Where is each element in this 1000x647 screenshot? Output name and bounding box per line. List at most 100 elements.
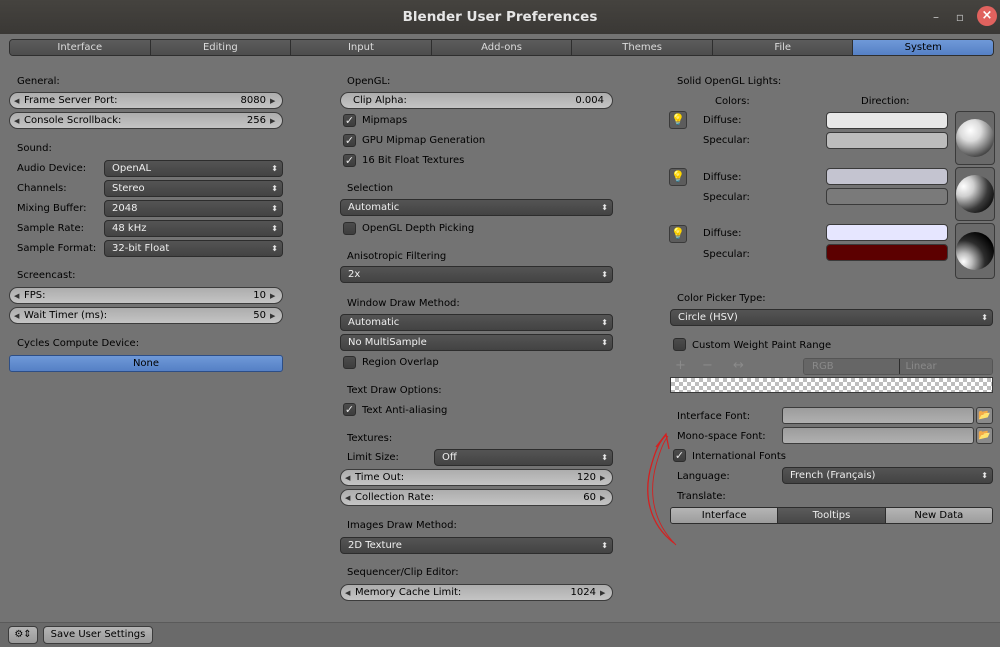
decrement-arrow-icon[interactable]: ◀ (345, 474, 353, 482)
lightbulb-icon[interactable]: 💡 (669, 225, 687, 243)
float-textures-checkbox[interactable]: ✓ (343, 154, 356, 167)
light2-direction-sphere[interactable] (955, 167, 995, 221)
updown-arrow-icon: ⬍ (271, 204, 278, 213)
images-draw-select[interactable]: 2D Texture ⬍ (340, 537, 613, 554)
light1-specular-swatch[interactable] (826, 132, 948, 149)
multisample-select[interactable]: No MultiSample ⬍ (340, 334, 613, 351)
increment-arrow-icon[interactable]: ▶ (600, 494, 608, 502)
close-icon[interactable]: × (977, 6, 997, 26)
fps-field[interactable]: ◀ FPS: 10 ▶ (9, 287, 283, 304)
increment-arrow-icon[interactable]: ▶ (270, 97, 278, 105)
channels-select[interactable]: Stereo ⬍ (104, 180, 283, 197)
mipmaps-checkbox[interactable]: ✓ (343, 114, 356, 127)
tab-interface[interactable]: Interface (10, 40, 151, 55)
lightbulb-icon[interactable]: 💡 (669, 168, 687, 186)
translate-new-data-button[interactable]: New Data (885, 508, 992, 523)
wait-timer-field[interactable]: ◀ Wait Timer (ms): 50 ▶ (9, 307, 283, 324)
clip-alpha-field[interactable]: Clip Alpha: 0.004 (340, 92, 613, 109)
specular-label: Specular: (703, 249, 750, 260)
increment-arrow-icon[interactable]: ▶ (600, 589, 608, 597)
text-draw-heading: Text Draw Options: (347, 385, 442, 396)
text-antialiasing-checkbox[interactable]: ✓ (343, 403, 356, 416)
save-user-settings-button[interactable]: Save User Settings (43, 626, 153, 644)
mono-font-field[interactable] (782, 427, 974, 444)
updown-arrow-icon: ⬍ (601, 318, 608, 327)
region-overlap-checkbox[interactable] (343, 356, 356, 369)
anisotropic-select[interactable]: 2x ⬍ (340, 266, 613, 283)
updown-arrow-icon: ⬍ (271, 184, 278, 193)
memory-cache-field[interactable]: ◀ Memory Cache Limit: 1024 ▶ (340, 584, 613, 601)
folder-icon[interactable]: 📂 (976, 407, 993, 424)
color-picker-select[interactable]: Circle (HSV) ⬍ (670, 309, 993, 326)
maximize-icon[interactable]: ▫ (953, 10, 967, 24)
collection-rate-field[interactable]: ◀ Collection Rate: 60 ▶ (340, 489, 613, 506)
sound-heading: Sound: (17, 143, 52, 154)
tab-system[interactable]: System (853, 40, 993, 55)
weight-paint-mode-selects: RGB Linear (803, 358, 993, 375)
light2-diffuse-swatch[interactable] (826, 168, 948, 185)
light3-direction-sphere[interactable] (955, 223, 995, 279)
window-draw-method-select[interactable]: Automatic ⬍ (340, 314, 613, 331)
updown-arrow-icon: ⬍ (271, 164, 278, 173)
mixing-buffer-label: Mixing Buffer: (17, 203, 87, 214)
weight-paint-checkbox[interactable] (673, 338, 686, 351)
increment-arrow-icon[interactable]: ▶ (600, 474, 608, 482)
opengl-heading: OpenGL: (347, 76, 391, 87)
minimize-icon[interactable]: – (929, 10, 943, 24)
window-draw-heading: Window Draw Method: (347, 298, 460, 309)
translate-tooltips-button[interactable]: Tooltips (778, 508, 886, 523)
decrement-arrow-icon[interactable]: ◀ (14, 117, 22, 125)
translate-options: Interface Tooltips New Data (670, 507, 993, 524)
lightbulb-icon[interactable]: 💡 (669, 111, 687, 129)
light3-specular-swatch[interactable] (826, 244, 948, 261)
tab-file[interactable]: File (712, 40, 854, 55)
mixing-buffer-select[interactable]: 2048 ⬍ (104, 200, 283, 217)
interface-font-field[interactable] (782, 407, 974, 424)
anisotropic-heading: Anisotropic Filtering (347, 251, 447, 262)
updown-arrow-icon: ⬍ (601, 541, 608, 550)
increment-arrow-icon[interactable]: ▶ (270, 117, 278, 125)
sample-format-select[interactable]: 32-bit Float ⬍ (104, 240, 283, 257)
color-picker-heading: Color Picker Type: (677, 293, 766, 304)
console-scrollback-field[interactable]: ◀ Console Scrollback: 256 ▶ (9, 112, 283, 129)
light3-diffuse-swatch[interactable] (826, 224, 948, 241)
diffuse-label: Diffuse: (703, 228, 742, 239)
tab-editing[interactable]: Editing (150, 40, 292, 55)
light1-direction-sphere[interactable] (955, 111, 995, 165)
decrement-arrow-icon[interactable]: ◀ (14, 292, 22, 300)
tab-themes[interactable]: Themes (572, 40, 713, 55)
frame-server-port-field[interactable]: ◀ Frame Server Port: 8080 ▶ (9, 92, 283, 109)
limit-size-label: Limit Size: (347, 452, 399, 463)
gpu-mipmap-checkbox[interactable]: ✓ (343, 134, 356, 147)
depth-picking-checkbox[interactable] (343, 222, 356, 235)
folder-icon[interactable]: 📂 (976, 427, 993, 444)
tab-input[interactable]: Input (291, 40, 432, 55)
decrement-arrow-icon[interactable]: ◀ (14, 312, 22, 320)
depth-picking-label: OpenGL Depth Picking (362, 223, 475, 234)
decrement-arrow-icon[interactable]: ◀ (14, 97, 22, 105)
cycles-device-none-button[interactable]: None (9, 355, 283, 372)
decrement-arrow-icon[interactable]: ◀ (345, 494, 353, 502)
updown-arrow-icon: ⬍ (601, 338, 608, 347)
time-out-field[interactable]: ◀ Time Out: 120 ▶ (340, 469, 613, 486)
updown-arrow-icon: ⬍ (271, 224, 278, 233)
sample-rate-label: Sample Rate: (17, 223, 84, 234)
decrement-arrow-icon[interactable]: ◀ (345, 589, 353, 597)
increment-arrow-icon[interactable]: ▶ (270, 312, 278, 320)
solid-lights-heading: Solid OpenGL Lights: (677, 76, 782, 87)
channels-label: Channels: (17, 183, 67, 194)
limit-size-select[interactable]: Off ⬍ (434, 449, 613, 466)
tab-addons[interactable]: Add-ons (431, 40, 573, 55)
screencast-heading: Screencast: (17, 270, 76, 281)
editor-type-icon[interactable]: ⚙⇕ (8, 626, 38, 644)
updown-arrow-icon: ⬍ (601, 270, 608, 279)
sequencer-heading: Sequencer/Clip Editor: (347, 567, 459, 578)
light2-specular-swatch[interactable] (826, 188, 948, 205)
audio-device-select[interactable]: OpenAL ⬍ (104, 160, 283, 177)
light1-diffuse-swatch[interactable] (826, 112, 948, 129)
flip-icon: ↔ (733, 358, 744, 373)
language-select[interactable]: French (Français) ⬍ (782, 467, 993, 484)
sample-rate-select[interactable]: 48 kHz ⬍ (104, 220, 283, 237)
selection-select[interactable]: Automatic ⬍ (340, 199, 613, 216)
increment-arrow-icon[interactable]: ▶ (270, 292, 278, 300)
